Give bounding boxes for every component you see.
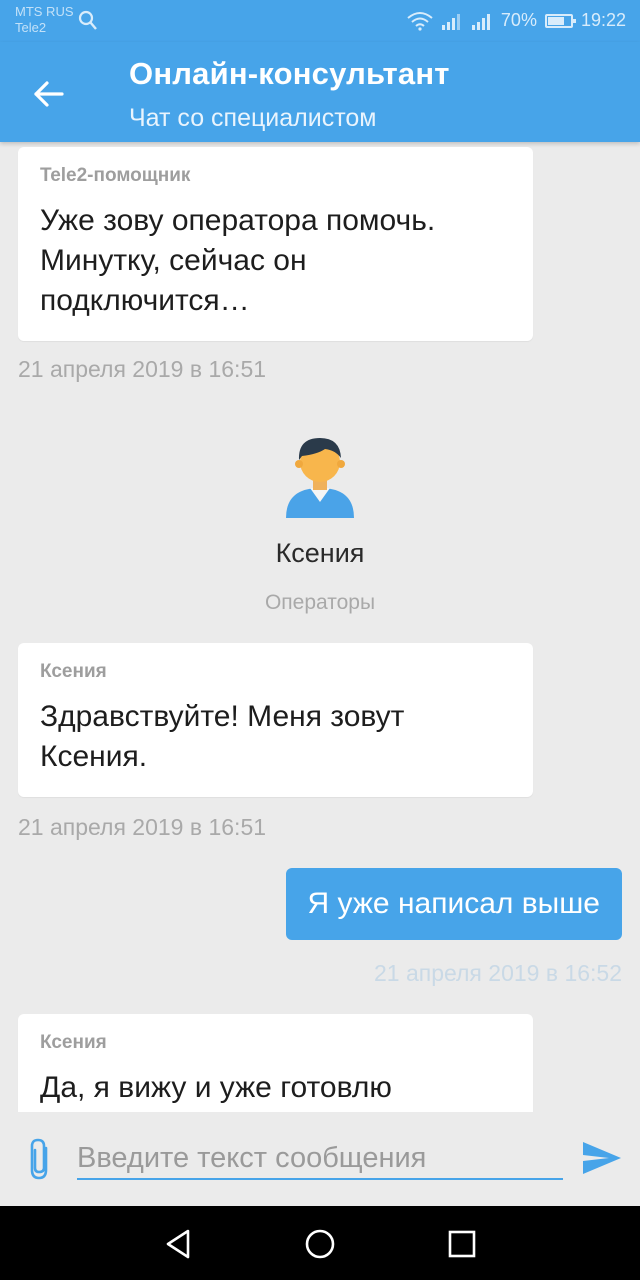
message-input[interactable] <box>77 1138 563 1180</box>
back-arrow-icon[interactable] <box>26 72 70 116</box>
paperclip-icon[interactable] <box>26 1136 54 1182</box>
send-icon[interactable] <box>582 1140 622 1176</box>
status-right: 70% 19:22 <box>407 10 626 31</box>
carrier-info: MTS RUS Tele2 <box>15 4 74 36</box>
operator-avatar-icon <box>286 438 354 518</box>
message-text: Здравствуйте! Меня зовут Ксения. <box>40 700 405 773</box>
nav-home-icon[interactable] <box>302 1226 338 1262</box>
message-bubble-operator: Ксения Здравствуйте! Меня зовут Ксения. <box>18 643 533 797</box>
operator-card: Ксения Операторы <box>0 428 640 615</box>
message-bubble-bot: Tele2-помощник Уже зову оператора помочь… <box>18 147 533 341</box>
nav-recent-icon[interactable] <box>444 1226 480 1262</box>
message-bubble-operator: Ксения Да, я вижу и уже готовлю <box>18 1014 533 1112</box>
message-bubble-outgoing: Я уже написал выше <box>285 868 622 940</box>
carrier-name-1: MTS RUS <box>15 4 74 19</box>
clock: 19:22 <box>580 10 626 30</box>
wifi-icon <box>407 11 433 31</box>
message-composer <box>0 1112 640 1206</box>
page-title: Онлайн-консультант <box>129 56 450 91</box>
message-author: Ксения <box>40 1032 107 1053</box>
battery-icon <box>544 13 576 28</box>
message-timestamp: 21 апреля 2019 в 16:51 <box>18 814 267 840</box>
message-author: Tele2-помощник <box>40 165 191 186</box>
search-icon <box>78 10 97 30</box>
signal-icon-2 <box>471 13 490 30</box>
battery-percent: 70% <box>500 10 537 30</box>
message-timestamp: 21 апреля 2019 в 16:52 <box>373 960 622 986</box>
status-bar: MTS RUS Tele2 70% 19:22 <box>0 0 640 42</box>
signal-icon-1 <box>441 13 460 30</box>
message-text: Да, я вижу и уже готовлю <box>40 1071 392 1104</box>
page-subtitle: Чат со специалистом <box>129 104 377 132</box>
nav-back-icon[interactable] <box>160 1226 196 1262</box>
operator-role: Операторы <box>264 591 376 614</box>
chat-thread[interactable]: Tele2-помощник Уже зову оператора помочь… <box>0 142 640 1112</box>
carrier-name-2: Tele2 <box>15 20 47 35</box>
system-nav-bar <box>0 1206 640 1280</box>
message-timestamp: 21 апреля 2019 в 16:51 <box>18 356 267 382</box>
message-author: Ксения <box>40 661 107 682</box>
app-bar: Онлайн-консультант Чат со специалистом <box>0 42 640 142</box>
message-text: Уже зову оператора помочь. Минутку, сейч… <box>40 204 436 317</box>
operator-name: Ксения <box>275 538 365 568</box>
